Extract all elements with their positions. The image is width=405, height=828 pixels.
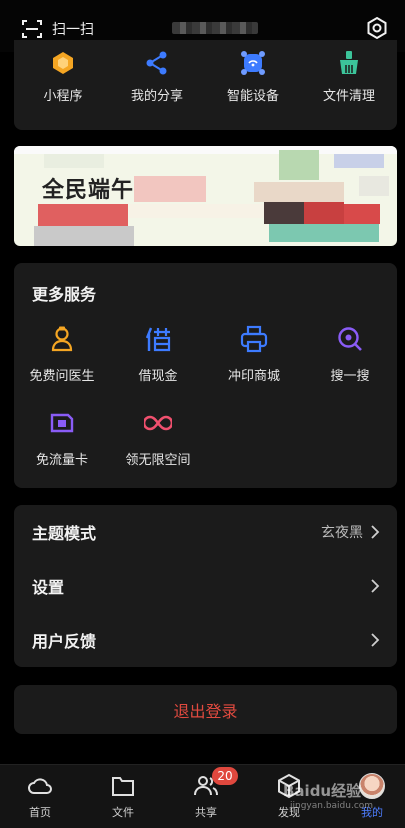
- banner-pixel-block: [334, 154, 384, 168]
- service-label: 搜一搜: [330, 369, 370, 384]
- broom-icon: [340, 51, 358, 74]
- service-label: 领无限空间: [125, 453, 191, 468]
- promo-banner[interactable]: 全民端午: [14, 146, 397, 246]
- tool-smart-device[interactable]: 智能设备: [208, 50, 298, 104]
- service-label: 免流量卡: [35, 453, 88, 468]
- service-borrow-cash[interactable]: 借现金: [110, 325, 206, 384]
- banner-pixel-block: [129, 204, 269, 218]
- more-services-card: 更多服务 免费问医生 借现金 冲印商城 搜一搜 免流量卡 领无限空间: [14, 263, 397, 488]
- tool-label: 文件清理: [322, 89, 375, 104]
- theme-mode-label: 主题模式: [32, 524, 97, 543]
- tool-label: 智能设备: [226, 89, 279, 104]
- mini-program-icon: [53, 52, 73, 74]
- banner-pixel-block: [279, 150, 319, 180]
- logout-button[interactable]: 退出登录: [14, 685, 397, 734]
- watermark-url: jingyan.baidu.com: [290, 801, 374, 811]
- banner-title: 全民端午: [42, 178, 135, 203]
- chevron-right-icon: [371, 579, 380, 593]
- username-redacted: [172, 22, 258, 34]
- banner-pixel-block: [344, 204, 380, 224]
- banner-pixel-block: [304, 202, 344, 224]
- scan-icon: [22, 20, 42, 38]
- chevron-right-icon: [371, 633, 380, 647]
- service-label: 免费问医生: [29, 369, 95, 384]
- service-free-data-card[interactable]: 免流量卡: [14, 409, 110, 468]
- borrow-icon: [145, 327, 171, 352]
- tool-my-share[interactable]: 我的分享: [112, 50, 202, 104]
- infinity-icon: [144, 415, 172, 431]
- tab-label: 共享: [195, 806, 217, 819]
- banner-pixel-block: [359, 176, 389, 196]
- share-icon: [146, 51, 167, 75]
- service-unlimited-space[interactable]: 领无限空间: [110, 409, 206, 468]
- tool-label: 我的分享: [130, 89, 183, 104]
- cloud-icon: [28, 778, 52, 794]
- banner-pixel-block: [134, 176, 206, 202]
- tool-label: 小程序: [43, 89, 83, 104]
- avatar: [359, 773, 385, 799]
- watermark-logo: Baidu经验: [283, 782, 362, 800]
- tab-label: 首页: [29, 806, 51, 819]
- banner-pixel-block: [269, 224, 379, 242]
- banner-pixel-block: [254, 182, 344, 202]
- banner-pixel-block: [34, 226, 134, 246]
- banner-pixel-block: [44, 154, 104, 168]
- banner-pixel-block: [264, 202, 304, 224]
- gear-icon[interactable]: [365, 16, 389, 40]
- feedback-label: 用户反馈: [32, 632, 97, 651]
- scan-label: 扫一扫: [52, 22, 94, 38]
- folder-icon: [112, 777, 134, 796]
- printer-icon: [240, 325, 268, 353]
- tool-file-clean[interactable]: 文件清理: [304, 50, 394, 104]
- service-label: 冲印商城: [227, 369, 280, 384]
- settings-card: 主题模式 玄夜黑 设置 用户反馈: [14, 505, 397, 667]
- theme-mode-row[interactable]: 主题模式 玄夜黑: [14, 505, 397, 559]
- service-search[interactable]: 搜一搜: [302, 325, 398, 384]
- feedback-row[interactable]: 用户反馈: [14, 613, 397, 667]
- tools-card: 小程序 我的分享 智能设备 文件清理: [14, 40, 397, 130]
- tab-label: 文件: [112, 806, 134, 819]
- share-count-badge: 20: [212, 767, 238, 785]
- smart-device-icon: [241, 51, 265, 75]
- banner-pixel-block: [38, 204, 128, 226]
- sim-card-icon: [50, 413, 74, 433]
- services-title: 更多服务: [32, 285, 97, 304]
- banner-pixel-block: [14, 146, 397, 154]
- service-label: 借现金: [138, 369, 178, 384]
- settings-label: 设置: [32, 578, 65, 597]
- chevron-right-icon: [371, 525, 380, 539]
- theme-mode-value: 玄夜黑: [321, 525, 363, 541]
- doctor-icon: [51, 326, 73, 352]
- service-print-mall[interactable]: 冲印商城: [206, 325, 302, 384]
- tab-files[interactable]: 文件: [93, 773, 153, 820]
- logout-label: 退出登录: [173, 701, 238, 721]
- search-icon: [338, 327, 362, 351]
- tool-mini-program[interactable]: 小程序: [18, 50, 108, 104]
- tab-home[interactable]: 首页: [10, 773, 70, 820]
- settings-row[interactable]: 设置: [14, 559, 397, 613]
- scan-button[interactable]: 扫一扫: [22, 16, 94, 42]
- service-free-doctor[interactable]: 免费问医生: [14, 325, 110, 384]
